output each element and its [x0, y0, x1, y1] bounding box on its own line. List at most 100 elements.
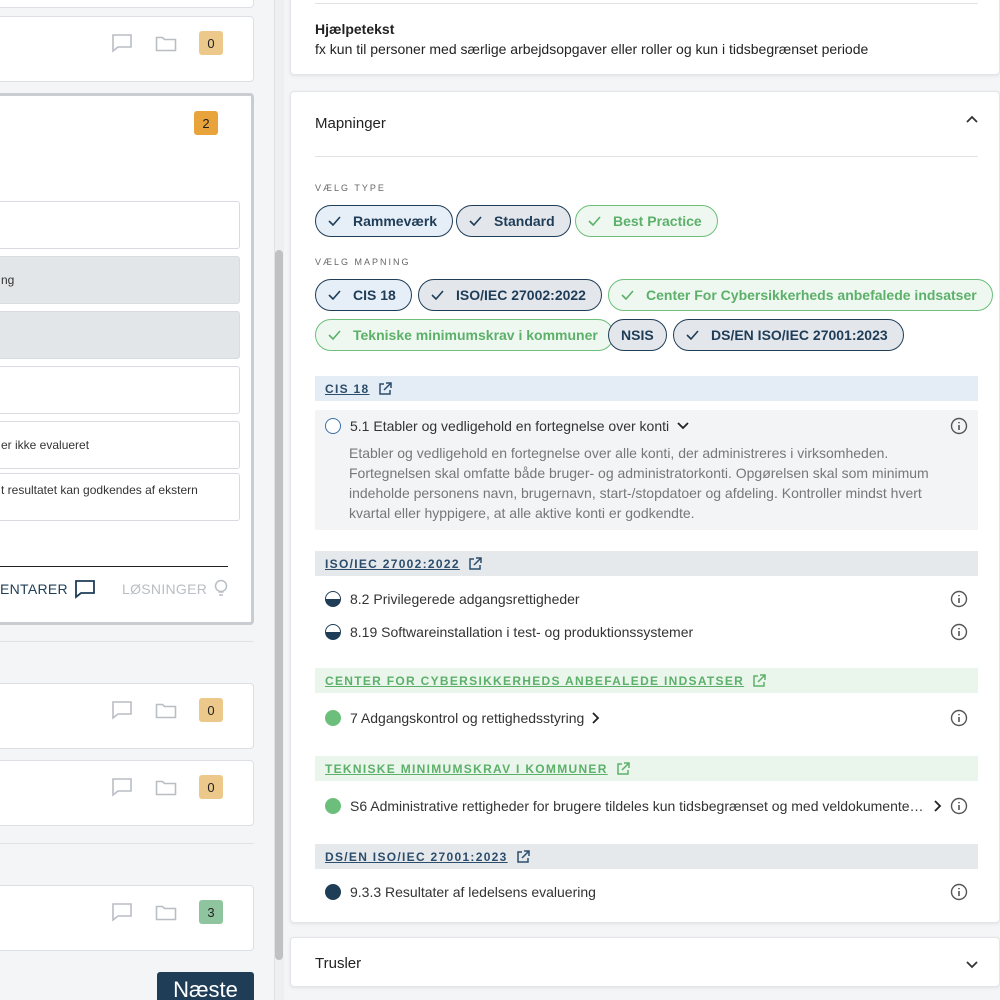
status-complete-icon	[325, 710, 341, 726]
chip-label: Center For Cybersikkerheds anbefalede in…	[646, 287, 977, 303]
comment-icon[interactable]	[111, 902, 133, 922]
next-button[interactable]: Næste	[157, 972, 254, 1000]
chip-label: Rammeværk	[353, 213, 438, 229]
mapping-chip-nsis[interactable]: NSIS	[608, 319, 667, 351]
status-complete-icon	[325, 798, 341, 814]
answer-option[interactable]	[0, 366, 240, 414]
count-badge: 2	[194, 111, 218, 135]
mapping-chip-cfcs[interactable]: Center For Cybersikkerheds anbefalede in…	[608, 279, 993, 311]
help-title: Hjælpetekst	[315, 21, 395, 37]
folder-icon[interactable]	[155, 903, 177, 921]
mapping-label: VÆLG MAPNING	[315, 257, 411, 267]
threats-title: Trusler	[315, 955, 362, 972]
answer-option[interactable]	[0, 201, 240, 249]
card-top[interactable]	[0, 0, 254, 8]
section-divider	[0, 641, 254, 642]
description-line: Fortegnelsen skal omfatte både bruger- o…	[349, 465, 929, 481]
info-icon	[950, 623, 968, 641]
comment-icon[interactable]	[111, 777, 133, 797]
type-chip-standard[interactable]: Standard	[456, 205, 571, 237]
chip-label: DS/EN ISO/IEC 27001:2023	[711, 327, 888, 343]
solutions-tab[interactable]: LØSNINGER	[122, 579, 229, 599]
mapping-chip-cis18[interactable]: CIS 18	[315, 279, 412, 311]
comment-icon	[74, 579, 96, 599]
mapping-item[interactable]: 9.3.3 Resultater af ledelsens evaluering	[325, 883, 978, 901]
mapping-chip-iso27002[interactable]: ISO/IEC 27002:2022	[418, 279, 602, 311]
answer-option[interactable]	[0, 311, 240, 359]
type-chip-best-practice[interactable]: Best Practice	[575, 205, 718, 237]
answer-option[interactable]: er ikke evalueret	[0, 421, 240, 469]
check-icon	[621, 290, 634, 300]
question-card-expanded[interactable]: 2 ng er ikke evalueret t resultatet kan …	[0, 93, 254, 625]
comments-tab[interactable]: ENTARER	[0, 579, 96, 599]
chip-label: Standard	[494, 213, 555, 229]
question-card[interactable]: 0	[0, 683, 254, 749]
item-label: 8.19 Softwareinstallation i test- og pro…	[350, 624, 694, 640]
item-label: 7 Adgangskontrol og rettighedsstyring	[350, 710, 585, 726]
mappings-title: Mapninger	[315, 115, 386, 132]
chevron-up-icon[interactable]	[965, 114, 979, 124]
folder-icon[interactable]	[155, 701, 177, 719]
question-card[interactable]: 3	[0, 885, 254, 951]
lightbulb-icon	[213, 579, 229, 599]
section-header-label: CIS 18	[325, 381, 370, 396]
chip-label: Best Practice	[613, 213, 702, 229]
check-icon	[469, 216, 482, 226]
answer-option[interactable]: t resultatet kan godkendes af ekstern	[0, 473, 240, 521]
check-icon	[588, 216, 601, 226]
count-badge: 0	[199, 31, 223, 55]
comment-icon[interactable]	[111, 33, 133, 53]
external-link-icon	[753, 673, 766, 687]
chip-label: NSIS	[621, 327, 654, 343]
info-icon	[950, 883, 968, 901]
mapping-chip-iso27001[interactable]: DS/EN ISO/IEC 27001:2023	[673, 319, 904, 351]
section-divider	[0, 843, 254, 844]
external-link-icon	[378, 381, 392, 395]
chevron-right-icon	[934, 800, 942, 812]
mapping-item[interactable]: 7 Adgangskontrol og rettighedsstyring	[325, 709, 978, 727]
info-icon	[950, 590, 968, 608]
item-label: 5.1 Etabler og vedligehold en fortegnels…	[350, 418, 670, 434]
status-partial-icon	[325, 624, 341, 640]
mapping-item[interactable]: 8.2 Privilegerede adgangsrettigheder	[325, 590, 978, 608]
info-icon	[950, 417, 968, 435]
section-header-label: TEKNISKE MINIMUMSKRAV I KOMMUNER	[325, 761, 608, 776]
folder-icon[interactable]	[155, 34, 177, 52]
description-line: Etabler og vedligehold en fortegnelse ov…	[349, 445, 889, 461]
folder-icon[interactable]	[155, 778, 177, 796]
threats-panel[interactable]: Trusler	[290, 937, 1000, 987]
item-description: Etabler og vedligehold en fortegnelse ov…	[349, 443, 949, 523]
mapping-item[interactable]: S6 Administrative rettigheder for bruger…	[325, 797, 978, 815]
help-panel: Hjælpetekst fx kun til personer med særl…	[290, 0, 1000, 75]
mapping-item[interactable]: 8.19 Softwareinstallation i test- og pro…	[325, 623, 978, 641]
solutions-label: LØSNINGER	[122, 581, 208, 597]
card-footer-divider	[0, 566, 228, 567]
section-header-iso27002[interactable]: ISO/IEC 27002:2022	[315, 551, 978, 576]
description-line: kvartal eller hyppigere, at alle aktive …	[349, 505, 695, 521]
count-badge: 3	[199, 900, 223, 924]
status-open-icon	[325, 418, 341, 434]
scrollbar-thumb[interactable]	[275, 250, 283, 960]
check-icon	[328, 290, 341, 300]
section-header-cis18[interactable]: CIS 18	[315, 376, 978, 401]
section-header-iso27001[interactable]: DS/EN ISO/IEC 27001:2023	[315, 844, 978, 869]
mapping-chip-kommuner[interactable]: Tekniske minimumskrav i kommuner	[315, 319, 614, 351]
answer-option[interactable]: ng	[0, 256, 240, 304]
section-header-cfcs[interactable]: CENTER FOR CYBERSIKKERHEDS ANBEFALEDE IN…	[315, 668, 978, 693]
check-icon	[328, 330, 341, 340]
check-icon	[328, 216, 341, 226]
status-partial-icon	[325, 591, 341, 607]
chevron-down-icon[interactable]	[965, 960, 979, 970]
question-card[interactable]: 0	[0, 16, 254, 82]
type-chip-framework[interactable]: Rammeværk	[315, 205, 454, 237]
help-text: fx kun til personer med særlige arbejdso…	[315, 41, 869, 57]
check-icon	[431, 290, 444, 300]
comment-icon[interactable]	[111, 700, 133, 720]
info-icon	[950, 709, 968, 727]
mapping-item[interactable]: 5.1 Etabler og vedligehold en fortegnels…	[325, 417, 978, 435]
section-header-kommuner[interactable]: TEKNISKE MINIMUMSKRAV I KOMMUNER	[315, 756, 978, 781]
check-icon	[686, 330, 699, 340]
external-link-icon	[469, 556, 482, 570]
left-pane: 0 2 ng er ikke evalueret t resultatet ka…	[0, 0, 274, 1000]
question-card[interactable]: 0	[0, 760, 254, 826]
